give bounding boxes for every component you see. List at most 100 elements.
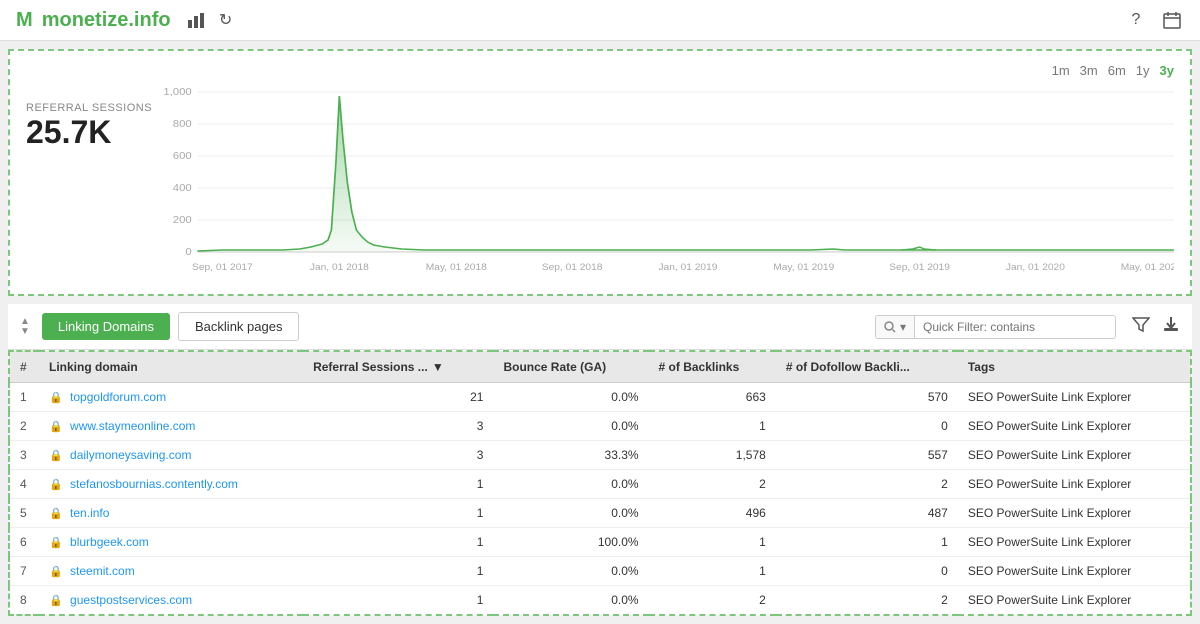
domain-link[interactable]: blurbgeek.com (70, 535, 149, 549)
domain-link[interactable]: www.staymeonline.com (70, 419, 195, 433)
cell-bounce: 0.0% (493, 557, 648, 586)
cell-dofollow: 0 (776, 557, 958, 586)
cell-referral: 1 (303, 528, 493, 557)
cell-tags: SEO PowerSuite Link Explorer (958, 557, 1191, 586)
cell-tags: SEO PowerSuite Link Explorer (958, 470, 1191, 499)
cell-num: 7 (9, 557, 39, 586)
table-header-row: # Linking domain Referral Sessions ... ▼… (9, 351, 1191, 383)
cell-referral: 1 (303, 557, 493, 586)
lock-icon: 🔒 (49, 595, 63, 607)
cell-num: 3 (9, 441, 39, 470)
table-row: 1 🔒 topgoldforum.com 21 0.0% 663 570 SEO… (9, 383, 1191, 412)
cell-num: 6 (9, 528, 39, 557)
col-header-backlinks[interactable]: # of Backlinks (649, 351, 776, 383)
table-section: ▲ ▼ Linking Domains Backlink pages ▾ # L… (8, 304, 1192, 616)
lock-icon: 🔒 (49, 392, 63, 404)
download-icon[interactable] (1162, 315, 1180, 338)
cell-dofollow: 557 (776, 441, 958, 470)
cell-bounce: 0.0% (493, 383, 648, 412)
col-header-num[interactable]: # (9, 351, 39, 383)
cell-domain[interactable]: 🔒 dailymoneysaving.com (39, 441, 303, 470)
col-header-referral[interactable]: Referral Sessions ... ▼ (303, 351, 493, 383)
cell-bounce: 0.0% (493, 412, 648, 441)
cell-tags: SEO PowerSuite Link Explorer (958, 586, 1191, 616)
domain-link[interactable]: stefanosbournias.contently.com (70, 477, 238, 491)
logo: M monetize.info (16, 9, 175, 32)
col-header-dofollow[interactable]: # of Dofollow Backli... (776, 351, 958, 383)
chart-header: 1m 3m 6m 1y 3y (26, 63, 1174, 78)
sort-arrows[interactable]: ▲ ▼ (20, 317, 30, 337)
cell-dofollow: 487 (776, 499, 958, 528)
calendar-icon[interactable] (1160, 8, 1184, 32)
search-input[interactable] (915, 316, 1115, 338)
cell-domain[interactable]: 🔒 www.staymeonline.com (39, 412, 303, 441)
cell-referral: 3 (303, 441, 493, 470)
cell-backlinks: 2 (649, 470, 776, 499)
header: M monetize.info ↻ ? (0, 0, 1200, 41)
svg-text:400: 400 (173, 183, 192, 194)
svg-text:Sep, 01 2019: Sep, 01 2019 (889, 263, 950, 273)
backlink-pages-tab[interactable]: Backlink pages (178, 312, 299, 341)
svg-text:200: 200 (173, 215, 192, 226)
header-right: ? (1124, 8, 1184, 32)
table-body: 1 🔒 topgoldforum.com 21 0.0% 663 570 SEO… (9, 383, 1191, 616)
table-row: 5 🔒 ten.info 1 0.0% 496 487 SEO PowerSui… (9, 499, 1191, 528)
time-filter-1y[interactable]: 1y (1136, 63, 1150, 78)
header-icons: ↻ (185, 9, 237, 31)
table-toolbar: ▲ ▼ Linking Domains Backlink pages ▾ (8, 304, 1192, 350)
col-header-bounce[interactable]: Bounce Rate (GA) (493, 351, 648, 383)
cell-bounce: 0.0% (493, 470, 648, 499)
cell-domain[interactable]: 🔒 ten.info (39, 499, 303, 528)
svg-text:600: 600 (173, 151, 192, 162)
linking-domains-tab[interactable]: Linking Domains (42, 313, 170, 340)
domain-link[interactable]: ten.info (70, 506, 109, 520)
domain-link[interactable]: guestpostservices.com (70, 593, 192, 607)
table-row: 2 🔒 www.staymeonline.com 3 0.0% 1 0 SEO … (9, 412, 1191, 441)
col-header-domain[interactable]: Linking domain (39, 351, 303, 383)
svg-text:800: 800 (173, 119, 192, 130)
cell-tags: SEO PowerSuite Link Explorer (958, 499, 1191, 528)
cell-domain[interactable]: 🔒 blurbgeek.com (39, 528, 303, 557)
cell-domain[interactable]: 🔒 steemit.com (39, 557, 303, 586)
time-filter-1m[interactable]: 1m (1052, 63, 1070, 78)
time-filters: 1m 3m 6m 1y 3y (1052, 63, 1174, 78)
svg-text:Jan, 01 2019: Jan, 01 2019 (659, 263, 718, 273)
svg-text:Sep, 01 2018: Sep, 01 2018 (542, 263, 603, 273)
chart-label: REFERRAL SESSIONS 25.7K (26, 82, 152, 151)
search-box-left[interactable]: ▾ (876, 316, 915, 338)
refresh-icon[interactable]: ↻ (215, 9, 237, 31)
logo-text: monetize.info (42, 9, 171, 31)
cell-num: 8 (9, 586, 39, 616)
cell-dofollow: 2 (776, 470, 958, 499)
chart-value: 25.7K (26, 114, 152, 151)
cell-bounce: 0.0% (493, 586, 648, 616)
cell-dofollow: 0 (776, 412, 958, 441)
svg-text:0: 0 (186, 247, 192, 258)
domain-link[interactable]: topgoldforum.com (70, 390, 166, 404)
bar-chart-icon[interactable] (185, 9, 207, 31)
domain-link[interactable]: dailymoneysaving.com (70, 448, 191, 462)
cell-referral: 1 (303, 499, 493, 528)
cell-domain[interactable]: 🔒 topgoldforum.com (39, 383, 303, 412)
cell-domain[interactable]: 🔒 stefanosbournias.contently.com (39, 470, 303, 499)
cell-domain[interactable]: 🔒 guestpostservices.com (39, 586, 303, 616)
chart-area: 1,000 800 600 400 200 0 Sep, 01 2017 Jan… (152, 82, 1174, 282)
filter-icon[interactable] (1132, 315, 1150, 338)
cell-referral: 1 (303, 470, 493, 499)
cell-tags: SEO PowerSuite Link Explorer (958, 441, 1191, 470)
cell-bounce: 33.3% (493, 441, 648, 470)
cell-dofollow: 570 (776, 383, 958, 412)
time-filter-3m[interactable]: 3m (1080, 63, 1098, 78)
time-filter-6m[interactable]: 6m (1108, 63, 1126, 78)
svg-text:May, 01 2018: May, 01 2018 (426, 263, 487, 273)
cell-backlinks: 2 (649, 586, 776, 616)
time-filter-3y[interactable]: 3y (1160, 63, 1174, 78)
chart-label-text: REFERRAL SESSIONS (26, 102, 152, 114)
svg-text:1,000: 1,000 (163, 87, 191, 98)
cell-tags: SEO PowerSuite Link Explorer (958, 383, 1191, 412)
lock-icon: 🔒 (49, 508, 63, 520)
help-icon[interactable]: ? (1124, 8, 1148, 32)
search-icon (884, 321, 896, 333)
cell-num: 2 (9, 412, 39, 441)
domain-link[interactable]: steemit.com (70, 564, 135, 578)
